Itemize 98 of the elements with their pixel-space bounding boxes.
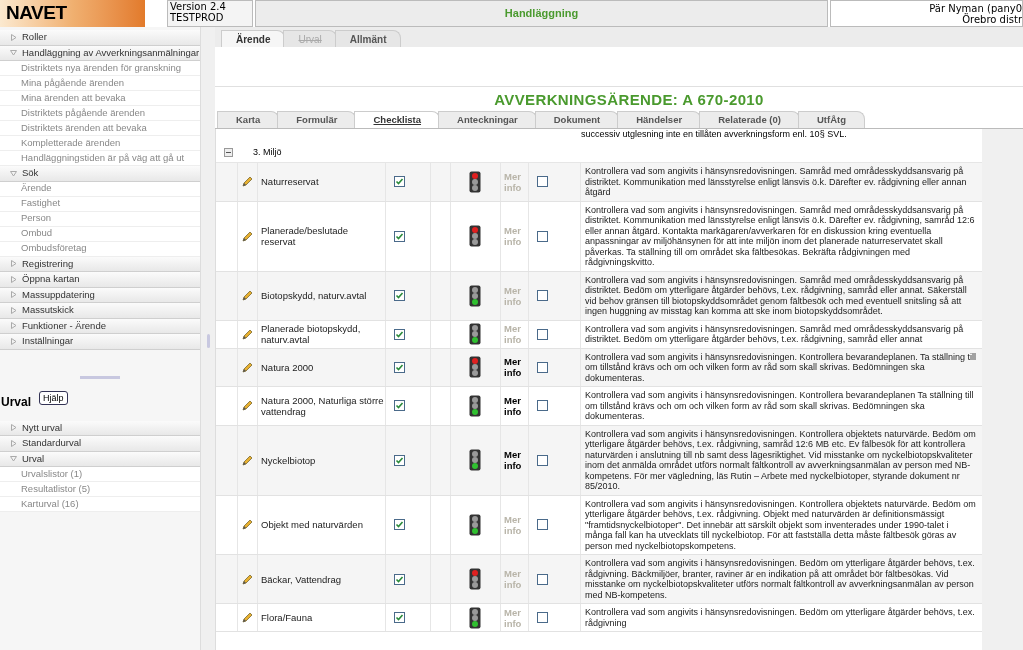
checkbox[interactable] xyxy=(537,290,548,301)
expanded-arrow-icon xyxy=(10,49,17,57)
description-text: Kontrollera vad som angivits i hänsynsredovisningen. Kontrollera bevarandeplanen Ta ställning till om tillstånd krävs och om och vilken form av råd som skall skrivas. Bedömningen ska dokumenteras. xyxy=(585,390,975,422)
group-label: 3. Miljö xyxy=(253,145,282,159)
description-text: Kontrollera vad som angivits i hänsynsredovisningen. Kontrollera bevarandeplanen. Ta ställning till om tillstånd krävs och om och vilken form av råd som skall skrivas. Bedömningen ska dokumenteras. xyxy=(585,351,978,383)
item-name: Planerade/beslutade reservat xyxy=(261,225,350,247)
collapse-icon[interactable] xyxy=(224,148,233,157)
nav-item[interactable]: Mina pågående ärenden xyxy=(0,76,200,91)
tab[interactable]: Formulär xyxy=(277,111,357,128)
checkbox[interactable] xyxy=(394,612,405,623)
checkbox[interactable] xyxy=(394,519,405,531)
expanded-arrow-icon xyxy=(10,169,17,177)
description-text: Kontrollera vad som angivits i hänsynsredovisningen. Bedöm om ytterligare åtgärder behövs, t.ex. rådgivning. Bäckmiljöer, branter, raviner är en indikation på att området bör fältbesökas. Vid misstanke om nyckelbiotopskvaliteter utförs normalt fältkontroll av avverkningsanmälan av person med NB-kompetens. xyxy=(585,558,976,600)
checkbox[interactable] xyxy=(537,612,548,623)
item-name: Natura 2000, Naturliga större vattendrag xyxy=(261,394,385,417)
item-name: Planerade biotopskydd, naturv.avtal xyxy=(261,323,362,345)
tab[interactable]: Anteckningar xyxy=(438,111,537,128)
checkbox[interactable] xyxy=(394,176,405,188)
more-info-link[interactable]: Mer info xyxy=(504,394,526,417)
item-name: Natura 2000 xyxy=(261,361,314,373)
pencil-icon[interactable] xyxy=(242,454,253,466)
checkbox[interactable] xyxy=(394,230,405,242)
item-name: Objekt med naturvärden xyxy=(261,519,363,531)
district-label: Örebro distr xyxy=(962,14,1022,25)
description-text: Kontrollera vad som angivits i hänsynsredovisningen. Bedöm om ytterligare åtgärder behövs, t.ex. rådgivning xyxy=(585,607,976,628)
tab[interactable]: Händelser xyxy=(617,111,702,128)
checkbox[interactable] xyxy=(394,290,405,301)
splitter-handle[interactable] xyxy=(206,334,210,348)
tab[interactable]: UtfÅtg xyxy=(797,111,865,128)
app-logo: NAVET xyxy=(0,0,145,27)
nav-item[interactable]: Kompletterade ärenden xyxy=(0,136,200,151)
pencil-icon[interactable] xyxy=(242,230,253,242)
pencil-icon[interactable] xyxy=(242,573,253,585)
item-name: Biotopskydd, naturv.avtal xyxy=(261,290,367,301)
nav-item[interactable]: Urvalslistor (1) xyxy=(0,467,200,482)
description-text: Kontrollera vad som angivits i hänsynsredovisningen. Kontrollera objektets naturvärde. Bedöm om ytterligare åtgärder behövs, t.ex. rådgivning. Objekt med naturvärden är definitionsmässigt "framtidsnyckelbiotoper". Det innebär att särskilt objekt som inventerades under 1990-talet i många fall kan ha utvecklats till nyckelbiotop. För att fastställa detta måste fältbesök göras av person med nyckelbiotopskompetens. xyxy=(585,498,977,551)
nav-section-header[interactable]: Massutskick xyxy=(0,303,200,319)
tab[interactable]: Allmänt xyxy=(334,30,402,47)
checkbox[interactable] xyxy=(537,573,548,585)
pencil-icon[interactable] xyxy=(242,176,253,188)
checkbox[interactable] xyxy=(394,400,405,412)
tab[interactable]: Relaterade (0) xyxy=(699,111,800,128)
case-title: AVVERKNINGSÄRENDE: A 670-2010 xyxy=(494,89,764,110)
tab[interactable]: Ärende xyxy=(221,30,286,47)
nav-item[interactable]: Distriktets pågående ärenden xyxy=(0,106,200,121)
checkbox[interactable] xyxy=(537,454,548,466)
checkbox[interactable] xyxy=(394,454,405,466)
checkbox[interactable] xyxy=(537,230,548,242)
nav-item[interactable]: Resultatlistor (5) xyxy=(0,482,200,497)
more-info-link[interactable]: Mer info xyxy=(504,449,526,471)
collapsed-arrow-icon xyxy=(10,33,17,41)
expanded-arrow-icon xyxy=(10,455,17,463)
item-name: Nyckelbiotop xyxy=(261,454,316,466)
more-info-link[interactable]: Mer info xyxy=(504,356,526,379)
splitter-handle[interactable] xyxy=(80,375,120,379)
nav-item[interactable]: Handläggningstiden är på väg att gå ut xyxy=(0,151,200,166)
description-text: Kontrollera vad som angivits i hänsynsredovisningen. Samråd med områdesskyddsansvarig på distriktet. Kommunikation med länsstyrelse enligt länsvis ö.k. Därefter ev. rådgivning eller annan åtgärd xyxy=(585,166,968,198)
nav-section-header[interactable]: Roller xyxy=(0,30,200,46)
item-name: Bäckar, Vattendrag xyxy=(261,573,342,585)
description-text: Kontrollera vad som angivits i hänsynsredovisningen. Samråd med områdesskyddsansvarig på distriktet. Bedöm om ytterligare åtgärder behövs, t.ex. rådgivning, samråd eller annat. Säkerställ vid behov gränsen till biotopskyddsområdet genom fältbesök och med eventuell snitsling så att ingen huggning av misstag kan komma att ske inom biotopskyddsområdet. xyxy=(585,274,968,317)
item-name: Naturreservat xyxy=(261,176,319,188)
nav-item[interactable]: Mina ärenden att bevaka xyxy=(0,91,200,106)
checkbox[interactable] xyxy=(537,361,548,373)
pencil-icon[interactable] xyxy=(242,400,253,412)
nav-item[interactable]: Distriktets nya ärenden för granskning xyxy=(0,61,200,76)
pencil-icon[interactable] xyxy=(242,290,253,301)
pencil-icon[interactable] xyxy=(242,361,253,373)
checkbox[interactable] xyxy=(537,519,548,531)
pencil-icon[interactable] xyxy=(242,328,253,340)
pencil-icon[interactable] xyxy=(242,612,253,623)
nav-section-header[interactable]: Sök xyxy=(0,166,200,182)
nav-section-header[interactable]: Standardurval xyxy=(0,436,200,452)
checkbox[interactable] xyxy=(537,328,548,340)
nav-section-header[interactable]: Öppna kartan xyxy=(0,272,200,288)
pencil-icon[interactable] xyxy=(242,519,253,531)
module-bar: Handläggning xyxy=(255,0,828,27)
environment-label: TESTPROD xyxy=(170,12,225,23)
description-text: Kontrollera vad som angivits i hänsynsredovisningen. Samråd med områdesskyddsansvarig på distriktet. Kommunikation med länsstyrelse enligt länsvis ö.k. Därefter ev. rådgivning, samråd 12:6 eller annan åtgärd. Kontakta markägaren/avverkaren för en diskussion kring eventuella anpassningar av miljöhänsynen för att inte miljön inom det planerade naturreservatet skall påverkas. Ta ställning till om området ska fältbesökas. Bekräfta rådgivningen med rådgivningskvitto. xyxy=(585,204,976,268)
description-text: successiv utglesning inte en tillåten avverkningsform enl. 10§ SVL. xyxy=(581,129,847,141)
version-label: Version 2.4 xyxy=(170,1,227,12)
description-text: Kontrollera vad som angivits i hänsynsredovisningen. Kontrollera objektets naturvärde. Bedöm om ytterligare åtgärder behövs, t.ex. rådgivning, samråd 12:6 MB etc. Ev fälbesök för att kontrollera naturvärden i anslutning till nb samt dess lägesriktighet. Vid misstanke om nyckelbiotopskvaliteter inom det anmälda området utförs normalt fältkontroll av avverkningsanmälan av person med NB-kompetens. För mer vägledning, läs Rutin – Arbete med nyckelbiotoper, styrande dokument nr 85/2010. xyxy=(585,428,977,492)
user-name: Pär Nyman (pany0 xyxy=(929,3,1022,14)
nav-item[interactable]: Distriktets ärenden att bevaka xyxy=(0,121,200,136)
help-button[interactable]: Hjälp xyxy=(39,390,68,405)
nav-section-header[interactable]: Nytt urval xyxy=(0,420,200,436)
tab[interactable]: Karta xyxy=(217,111,280,128)
nav-item[interactable]: Karturval (16) xyxy=(0,497,200,512)
checkbox[interactable] xyxy=(537,176,548,188)
checkbox[interactable] xyxy=(394,328,405,340)
tab[interactable]: Checklista xyxy=(354,111,440,128)
checkbox[interactable] xyxy=(394,573,405,585)
panel-title: Urval xyxy=(0,393,32,411)
nav-section-header[interactable]: Inställningar xyxy=(0,334,200,350)
checkbox[interactable] xyxy=(394,361,405,373)
description-text: Kontrollera vad som angivits i hänsynsredovisningen. Samråd med områdesskyddsansvarig på distriktet. Bedöm om ytterligare åtgärder behövs, t.ex. rådgivning, samråd eller annat xyxy=(585,323,965,345)
item-name: Flora/Fauna xyxy=(261,612,313,623)
tab[interactable]: Dokument xyxy=(534,111,620,128)
checkbox[interactable] xyxy=(537,400,548,412)
